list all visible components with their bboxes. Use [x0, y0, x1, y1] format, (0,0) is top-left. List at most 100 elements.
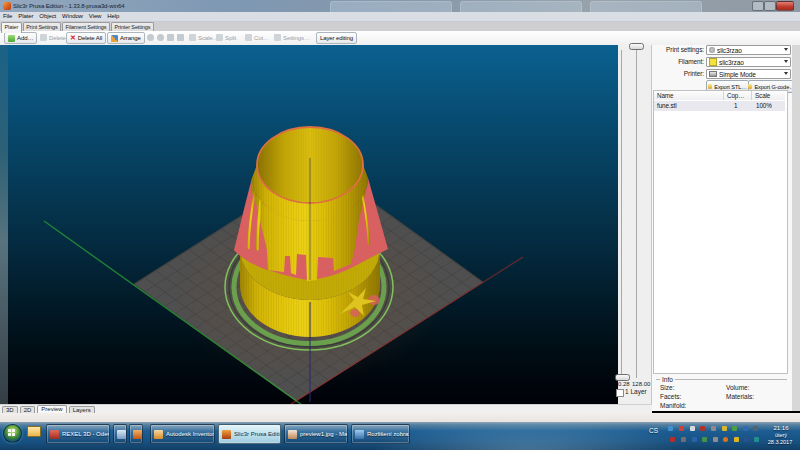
column-name[interactable]: Name [654, 91, 724, 100]
rotate-cw-icon[interactable] [157, 34, 164, 41]
status-bar [0, 413, 800, 422]
taskbar-button-rexel[interactable]: REXEL 3D - Odeslat o… [46, 424, 110, 444]
close-button[interactable] [776, 1, 794, 11]
settings-icon [274, 34, 281, 41]
tray-icon[interactable] [744, 437, 749, 442]
paint-icon [288, 430, 297, 439]
column-scale[interactable]: Scale [752, 91, 785, 100]
minimize-button[interactable] [752, 1, 764, 11]
clock-date: 28.3.2017 [763, 439, 797, 445]
window-frame-left [0, 45, 8, 404]
clock-day: úterý [766, 432, 796, 438]
tray-icon[interactable] [753, 426, 758, 431]
split-button[interactable]: Split [216, 33, 236, 42]
title-bar: Slic3r Prusa Edition - 1.33.8-prusa3d-wi… [0, 0, 800, 12]
tray-icon[interactable] [734, 437, 739, 442]
tray-icon[interactable] [722, 426, 727, 431]
tray-icon[interactable] [713, 437, 718, 442]
menu-help[interactable]: Help [104, 12, 122, 21]
info-title: Info [660, 376, 675, 383]
tray-icon[interactable] [670, 437, 675, 442]
small-app-icon-1 [117, 430, 126, 439]
menu-plater[interactable]: Plater [15, 12, 36, 21]
rotate-ccw-icon[interactable] [147, 34, 154, 41]
taskbar-button-inventor[interactable]: Autodesk Inventor Pr… [150, 424, 215, 444]
language-indicator[interactable]: CS [649, 427, 658, 434]
chevron-down-icon [784, 48, 788, 51]
menu-object[interactable]: Object [36, 12, 59, 21]
inventor-icon [154, 430, 163, 439]
printer-icon [709, 71, 717, 77]
layer-slider-low-value: 0.28 [618, 381, 630, 387]
layer-slider-high-track[interactable] [636, 50, 637, 378]
scale-down-icon[interactable] [177, 34, 184, 41]
settings-button[interactable]: Settings… [274, 33, 310, 42]
layer-editing-button[interactable]: Layer editing [316, 32, 357, 44]
delete-all-icon: ✕ [70, 34, 76, 42]
filament-combo[interactable]: slic3rzao [706, 57, 791, 67]
toolbar: Add… Delete ✕ Delete All Arrange Scale… … [0, 31, 800, 46]
split-icon [216, 34, 223, 41]
screen: Slic3r Prusa Edition - 1.33.8-prusa3d-wi… [0, 0, 800, 450]
column-copies[interactable]: Cop… [724, 91, 752, 100]
cut-icon [245, 34, 252, 41]
printer-combo[interactable]: Simple Mode [706, 69, 791, 79]
tray-icon[interactable] [723, 437, 728, 442]
table-row[interactable]: fune.stl 1 100% [654, 101, 785, 111]
layer-slider-low-thumb[interactable] [615, 374, 630, 381]
cell-name: fune.stl [657, 102, 677, 109]
cell-scale: 100% [756, 102, 772, 109]
tray-icon[interactable] [754, 437, 759, 442]
scale-up-icon[interactable] [167, 34, 174, 41]
one-layer-checkbox[interactable] [616, 389, 624, 397]
cut-button[interactable]: Cut… [245, 33, 269, 42]
taskbar-small-button-1[interactable] [113, 424, 127, 444]
print-settings-combo[interactable]: slic3rzao [706, 45, 791, 55]
tray-icon[interactable] [702, 437, 707, 442]
export-stl-icon [708, 84, 712, 89]
gear-icon [709, 47, 715, 53]
maximize-button[interactable] [764, 1, 776, 11]
3d-scene [8, 45, 618, 404]
taskbar-button-slic3r[interactable]: Slic3r Prusa Edition -… [218, 424, 281, 444]
layer-slider-low-track[interactable] [621, 50, 622, 378]
arrange-icon [111, 35, 118, 42]
delete-all-button[interactable]: ✕ Delete All [66, 32, 106, 44]
taskbar-small-button-2[interactable] [129, 424, 143, 444]
tray-icon[interactable] [711, 426, 716, 431]
tab-plater[interactable]: Plater [1, 22, 22, 33]
taskbar-button-resolution[interactable]: Rozlišení zobrazení [351, 424, 410, 444]
object-table: Name Cop… Scale fune.stl 1 100% [653, 90, 788, 374]
tray-icon[interactable] [700, 426, 705, 431]
tray-icon[interactable] [668, 426, 673, 431]
printer-label: Printer: [654, 70, 704, 77]
arrange-button[interactable]: Arrange [107, 32, 145, 44]
taskbar-button-paint[interactable]: preview1.jpg - Malov… [284, 424, 348, 444]
tray-icon[interactable] [732, 426, 737, 431]
delete-icon [40, 34, 47, 41]
clock-time[interactable]: 21:16 [766, 425, 796, 431]
info-manifold-label: Manifold: [660, 402, 686, 409]
slic3r-taskbar-icon [222, 430, 231, 439]
menu-file[interactable]: File [0, 12, 15, 21]
tray-icon[interactable] [690, 426, 695, 431]
layer-slider-high-thumb[interactable] [629, 43, 644, 50]
delete-button[interactable]: Delete [40, 33, 66, 42]
small-app-icon-2 [133, 430, 142, 439]
menu-window[interactable]: Window [59, 12, 86, 21]
tray-icon[interactable] [679, 426, 684, 431]
slic3r-app-icon [3, 2, 11, 10]
scale-button[interactable]: Scale… [189, 33, 218, 42]
explorer-icon[interactable] [27, 426, 41, 437]
tray-icon[interactable] [743, 426, 748, 431]
filament-color-swatch [709, 58, 717, 66]
right-panel: Print settings: slic3rzao Filament: slic… [652, 45, 792, 411]
tray-icon[interactable] [692, 437, 697, 442]
start-button[interactable] [3, 424, 22, 443]
print-settings-label: Print settings: [654, 46, 704, 53]
info-facets-label: Facets: [660, 393, 681, 400]
tray-icon[interactable] [681, 437, 686, 442]
add-button[interactable]: Add… [4, 32, 37, 44]
menu-view[interactable]: View [86, 12, 105, 21]
3d-viewport[interactable] [8, 45, 618, 404]
